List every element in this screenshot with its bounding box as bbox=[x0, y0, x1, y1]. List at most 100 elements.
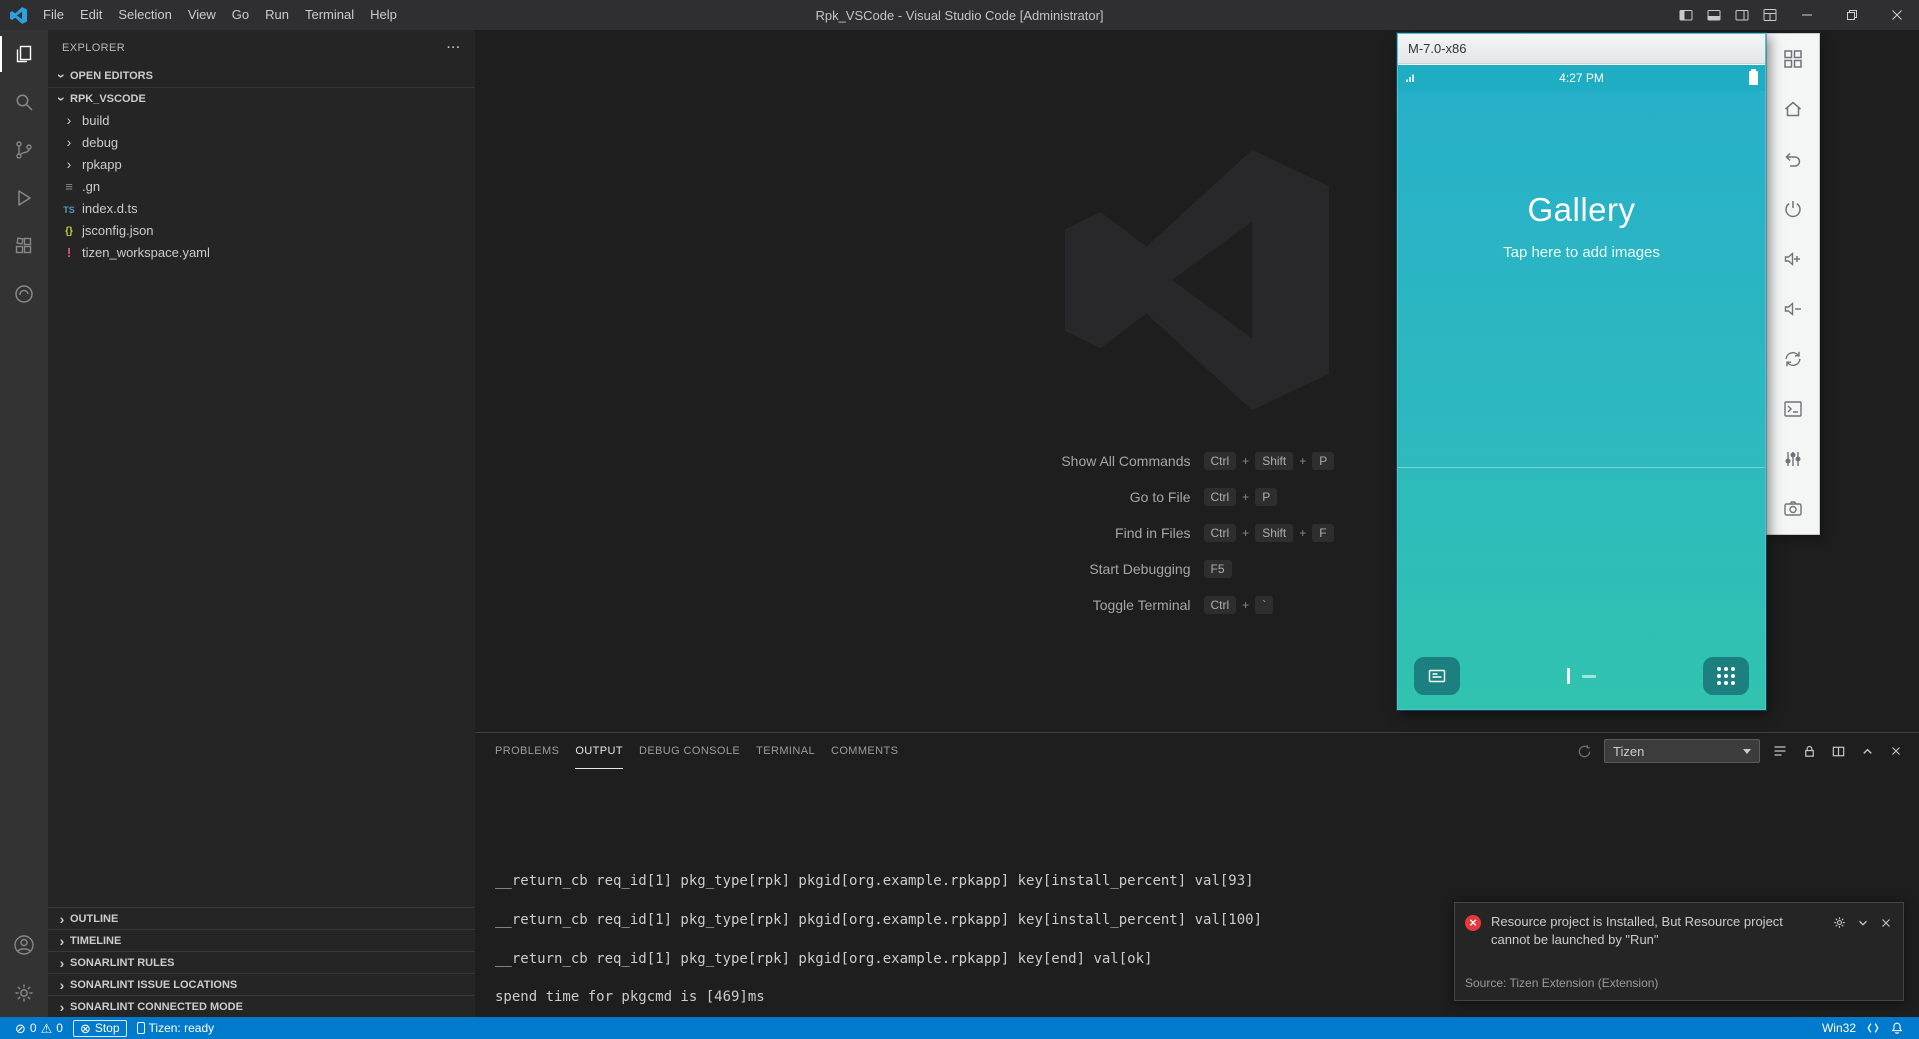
emulator-screen[interactable]: 4:27 PM Gallery Tap here to add images bbox=[1398, 65, 1765, 709]
run-debug-icon[interactable] bbox=[0, 174, 48, 222]
workspace-root-section[interactable]: › RPK_VSCODE bbox=[48, 87, 475, 109]
grid-dots-icon bbox=[1717, 667, 1735, 685]
vscode-logo-icon bbox=[10, 7, 27, 24]
rotate-icon[interactable] bbox=[1767, 334, 1819, 384]
menu-item[interactable]: Terminal bbox=[297, 0, 362, 30]
gallery-app-hint[interactable]: Tap here to add images bbox=[1398, 244, 1765, 261]
back-icon[interactable] bbox=[1767, 134, 1819, 184]
app-drawer-button[interactable] bbox=[1703, 657, 1749, 695]
warnings-icon: ⚠ bbox=[41, 1022, 53, 1035]
key-separator: + bbox=[1242, 454, 1249, 468]
file-label: debug bbox=[82, 135, 118, 150]
keycap: P bbox=[1312, 452, 1334, 470]
panel-tab[interactable]: OUTPUT bbox=[575, 734, 623, 769]
notification-actions bbox=[1832, 915, 1893, 930]
stop-button[interactable]: ⊗ Stop bbox=[73, 1020, 127, 1037]
menu-item[interactable]: Run bbox=[257, 0, 297, 30]
volume-down-icon[interactable] bbox=[1767, 284, 1819, 334]
recent-apps-button[interactable] bbox=[1414, 657, 1460, 695]
extensions-icon[interactable] bbox=[0, 222, 48, 270]
close-window-button[interactable] bbox=[1874, 0, 1919, 30]
menu-item[interactable]: File bbox=[35, 0, 72, 30]
sidebar-pane-header[interactable]: › SONARLINT CONNECTED MODE bbox=[48, 995, 475, 1017]
panel-tab[interactable]: TERMINAL bbox=[756, 734, 815, 769]
settings-gear-icon[interactable] bbox=[0, 969, 48, 1017]
file-tree-item[interactable]: tizen_workspace.yaml bbox=[48, 241, 475, 263]
chevron-down-icon[interactable] bbox=[1856, 916, 1870, 930]
menu-item[interactable]: Edit bbox=[72, 0, 110, 30]
sidebar-title: EXPLORER bbox=[62, 42, 125, 54]
notification-gear-icon[interactable] bbox=[1832, 915, 1847, 930]
lock-scroll-icon[interactable] bbox=[1800, 742, 1818, 760]
menu-item[interactable]: Go bbox=[224, 0, 257, 30]
word-wrap-icon[interactable] bbox=[1771, 742, 1789, 760]
menu-item[interactable]: View bbox=[180, 0, 224, 30]
minimize-button[interactable] bbox=[1784, 0, 1829, 30]
file-icon bbox=[61, 202, 77, 215]
sidebar-pane-header[interactable]: › OUTLINE bbox=[48, 907, 475, 929]
split-panel-icon[interactable] bbox=[1829, 742, 1847, 760]
keycap: F bbox=[1312, 524, 1333, 542]
shortcut-label: Find in Files bbox=[475, 525, 1191, 541]
close-notification-icon[interactable] bbox=[1879, 916, 1893, 930]
bell-icon[interactable] bbox=[1885, 1017, 1909, 1039]
maximize-panel-icon[interactable] bbox=[1858, 742, 1876, 760]
volume-up-icon[interactable] bbox=[1767, 234, 1819, 284]
grid-icon[interactable] bbox=[1767, 34, 1819, 84]
close-panel-icon[interactable] bbox=[1887, 742, 1905, 760]
file-tree-item[interactable]: rpkapp bbox=[48, 153, 475, 175]
platform-status[interactable]: Win32 bbox=[1817, 1017, 1861, 1039]
file-icon bbox=[61, 223, 77, 237]
file-tree-item[interactable]: .gn bbox=[48, 175, 475, 197]
file-tree-item[interactable]: jsconfig.json bbox=[48, 219, 475, 241]
vscode-window: FileEditSelectionViewGoRunTerminalHelp R… bbox=[0, 0, 1919, 1039]
file-label: jsconfig.json bbox=[82, 223, 154, 238]
open-editors-section[interactable]: › OPEN EDITORS bbox=[48, 65, 475, 87]
problems-status[interactable]: ⊘ 0 ⚠ 0 bbox=[10, 1017, 68, 1039]
refresh-icon[interactable] bbox=[1575, 742, 1593, 760]
account-icon[interactable] bbox=[0, 921, 48, 969]
tizen-status[interactable]: Tizen: ready bbox=[132, 1017, 220, 1039]
errors-icon: ⊘ bbox=[15, 1022, 26, 1035]
file-tree-item[interactable]: build bbox=[48, 109, 475, 131]
menu-item[interactable]: Selection bbox=[110, 0, 179, 30]
shell-icon[interactable] bbox=[1767, 384, 1819, 434]
explorer-icon[interactable] bbox=[0, 30, 48, 78]
panel-tab[interactable]: COMMENTS bbox=[831, 734, 898, 769]
remote-icon[interactable] bbox=[1861, 1017, 1885, 1039]
file-tree-item[interactable]: index.d.ts bbox=[48, 197, 475, 219]
restore-button[interactable] bbox=[1829, 0, 1874, 30]
gallery-app-screen[interactable]: Gallery Tap here to add images bbox=[1398, 91, 1765, 709]
panel-tab[interactable]: DEBUG CONSOLE bbox=[639, 734, 740, 769]
toggle-secondary-sidebar-icon[interactable] bbox=[1728, 0, 1756, 30]
output-channel-select[interactable]: Tizen bbox=[1604, 739, 1760, 763]
power-icon[interactable] bbox=[1767, 184, 1819, 234]
chevron-right-icon: › bbox=[54, 1000, 70, 1014]
sidebar-pane-header[interactable]: › TIMELINE bbox=[48, 929, 475, 951]
key-separator: + bbox=[1242, 490, 1249, 504]
camera-icon[interactable] bbox=[1767, 484, 1819, 534]
device-icon bbox=[137, 1022, 145, 1034]
menu-item[interactable]: Help bbox=[362, 0, 405, 30]
customize-layout-icon[interactable] bbox=[1756, 0, 1784, 30]
home-icon[interactable] bbox=[1767, 84, 1819, 134]
toggle-panel-icon[interactable] bbox=[1700, 0, 1728, 30]
emulator-status-bar: 4:27 PM bbox=[1398, 65, 1765, 91]
controls-icon[interactable] bbox=[1767, 434, 1819, 484]
open-editors-label: OPEN EDITORS bbox=[70, 70, 153, 82]
keycap: Shift bbox=[1255, 452, 1293, 470]
sidebar-pane-header[interactable]: › SONARLINT RULES bbox=[48, 951, 475, 973]
panel-tab[interactable]: PROBLEMS bbox=[495, 734, 559, 769]
toggle-sidebar-icon[interactable] bbox=[1672, 0, 1700, 30]
emulator-title-bar[interactable]: M-7.0-x86 bbox=[1398, 34, 1765, 64]
tizen-icon[interactable] bbox=[0, 270, 48, 318]
sidebar-pane-header[interactable]: › SONARLINT ISSUE LOCATIONS bbox=[48, 973, 475, 995]
stop-circle-icon: ⊗ bbox=[80, 1022, 91, 1035]
keycap: Ctrl bbox=[1204, 488, 1237, 506]
more-actions-icon[interactable]: ··· bbox=[447, 42, 461, 54]
file-tree-item[interactable]: debug bbox=[48, 131, 475, 153]
search-icon[interactable] bbox=[0, 78, 48, 126]
source-control-icon[interactable] bbox=[0, 126, 48, 174]
key-separator: + bbox=[1299, 454, 1306, 468]
file-label: rpkapp bbox=[82, 157, 122, 172]
